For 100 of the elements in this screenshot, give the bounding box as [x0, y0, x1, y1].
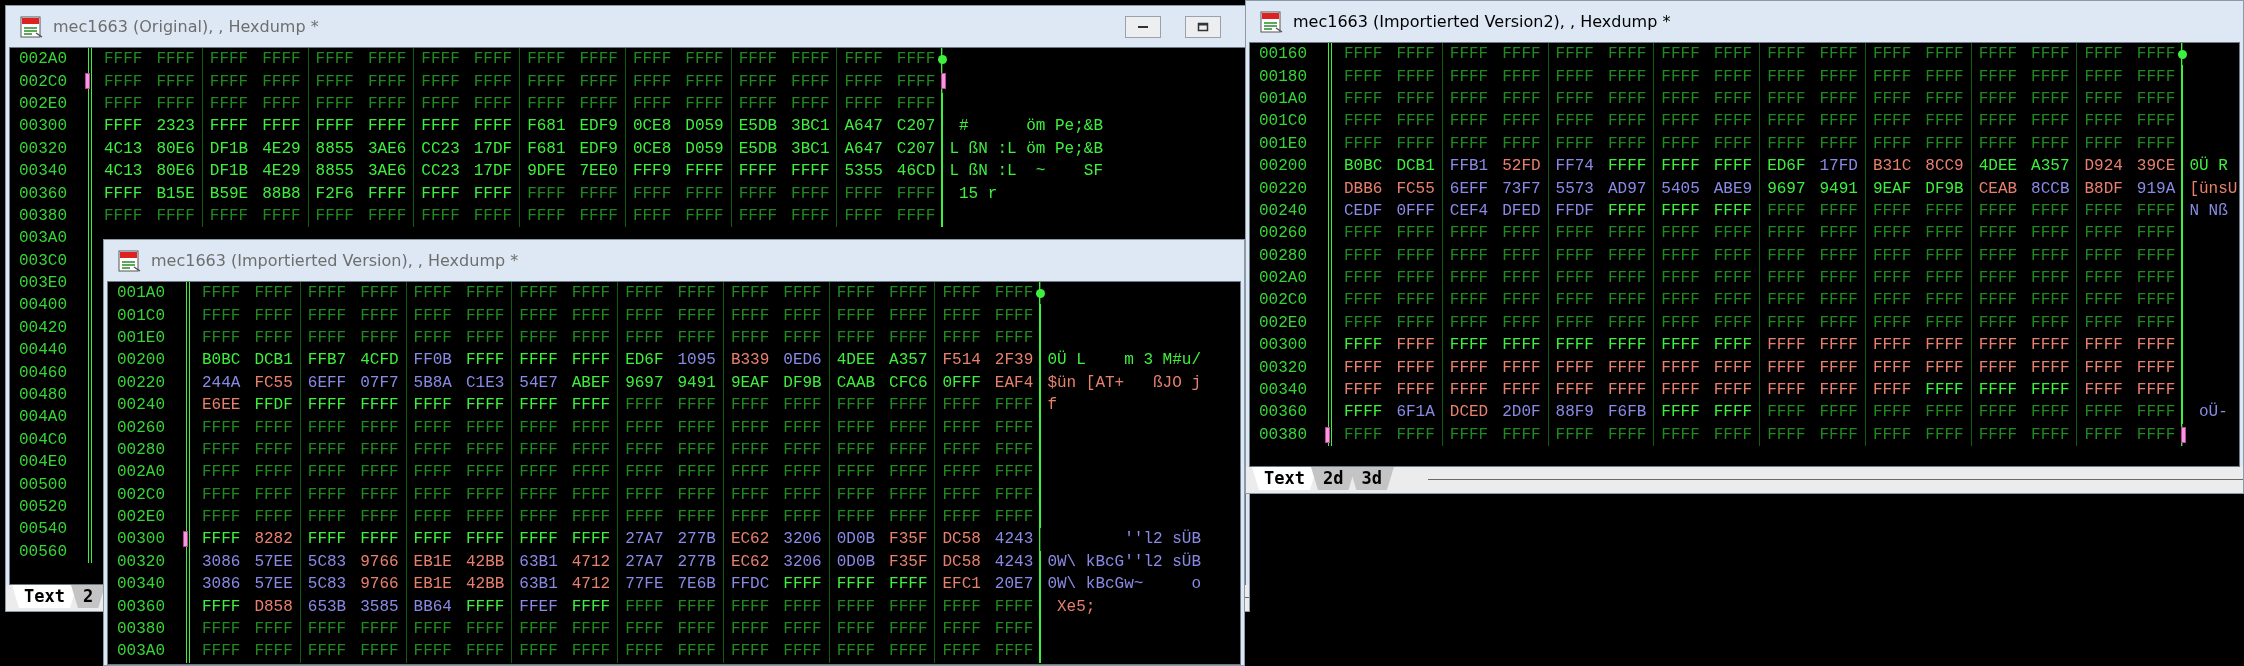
maximize-button[interactable]: [1185, 15, 1221, 38]
hex-word: FFFF: [2136, 381, 2176, 400]
minimize-button[interactable]: [1125, 15, 1161, 38]
hex-word: 919A: [2136, 179, 2176, 198]
hex-word: FFFF: [519, 351, 558, 370]
address-label: 00300: [18, 117, 68, 136]
hex-word: ABEF: [571, 373, 611, 392]
hex-word: FFFF: [527, 206, 566, 225]
hex-word: FFFF: [1713, 336, 1753, 355]
hex-word: 5C83: [307, 552, 347, 571]
hex-word: FFFF: [1661, 89, 1700, 108]
hex-word: FFFF: [1449, 89, 1489, 108]
hex-word: FFFF: [307, 328, 347, 347]
hex-word: 4E29: [262, 162, 301, 181]
hex-word: FFFF: [1713, 269, 1753, 288]
range-marker[interactable]: [2181, 426, 2187, 443]
hex-word: FFFF: [2084, 403, 2123, 422]
hex-word: FFFF: [254, 328, 293, 347]
range-marker[interactable]: [941, 73, 947, 90]
hex-word: FFFF: [1607, 381, 1647, 400]
hex-word: FFFF: [942, 508, 981, 527]
hex-word: FFFF: [1396, 381, 1435, 400]
hex-word: FFFF: [632, 50, 672, 69]
address-label: 00380: [18, 206, 68, 225]
hex-word: 3086: [202, 575, 241, 594]
range-marker[interactable]: [1325, 426, 1330, 443]
hex-word: FFFF: [685, 94, 724, 113]
hex-word: FFFF: [360, 328, 399, 347]
ascii-text: N Nß: [2189, 201, 2228, 220]
hex-word: FFFF: [519, 396, 558, 415]
hex-word: FFFF: [465, 642, 505, 661]
hex-word: 9697: [625, 373, 664, 392]
hex-word: FFFF: [1978, 313, 2018, 332]
hex-word: 8282: [254, 530, 293, 549]
hex-word: CC23: [421, 139, 460, 158]
hex-word: FFFF: [1925, 358, 1964, 377]
hex-word: FFFF: [1344, 358, 1383, 377]
address-label: 002C0: [116, 485, 166, 504]
hex-word: 4CFD: [360, 351, 399, 370]
hex-word: FFFF: [844, 72, 883, 91]
hex-word: E6EE: [202, 396, 241, 415]
hex-word: FFFF: [571, 351, 611, 370]
hex-word: FFFF: [889, 642, 928, 661]
hex-word: FFFF: [783, 306, 822, 325]
hex-word: D059: [685, 139, 724, 158]
hex-word: FFFF: [730, 508, 770, 527]
hex-word: 5573: [1555, 179, 1594, 198]
hex-word: FFFF: [254, 485, 293, 504]
hex-word: BB64: [413, 597, 452, 616]
hex-word: FFFF: [677, 284, 716, 303]
hex-word: FFFF: [836, 396, 876, 415]
hex-word: FFFF: [473, 184, 513, 203]
hex-word: ABE9: [1713, 179, 1753, 198]
hex-word: F514: [942, 351, 981, 370]
address-label: 00420: [18, 318, 68, 337]
hex-word: FFFF: [413, 328, 452, 347]
hex-word: FFFF: [994, 396, 1034, 415]
hex-word: 244A: [202, 373, 241, 392]
range-marker[interactable]: [85, 73, 90, 90]
hex-word: F681: [527, 139, 566, 158]
address-label: 003E0: [18, 274, 68, 293]
hex-word: FFFF: [738, 162, 778, 181]
hex-word: FFFF: [1819, 313, 1858, 332]
hex-word: FFFF: [896, 50, 936, 69]
hex-word: FFFF: [571, 508, 611, 527]
hex-word: FFFF: [844, 50, 883, 69]
hex-word: FFFF: [254, 463, 293, 482]
hex-word: FFFF: [1872, 269, 1912, 288]
address-label: 004E0: [18, 453, 68, 472]
hex-word: 20E7: [994, 575, 1034, 594]
hex-word: FFFF: [473, 50, 513, 69]
hex-word: FFFF: [942, 328, 981, 347]
hex-word: FFFF: [307, 620, 347, 639]
view-tab[interactable]: 3d: [1349, 467, 1394, 490]
hex-word: FFFF: [2031, 45, 2070, 64]
hex-word: 39CE: [2136, 157, 2176, 176]
hex-word: DC58: [942, 552, 981, 571]
hex-word: FFFF: [156, 94, 195, 113]
ascii-text: f: [1047, 396, 1057, 415]
hex-word: FFFF: [307, 418, 347, 437]
hex-word: FFFF: [1767, 201, 1806, 220]
hex-word: FFFF: [465, 508, 505, 527]
hex-word: FFFF: [1978, 45, 2018, 64]
hex-word: FFFF: [527, 94, 566, 113]
hex-word: FFFF: [571, 463, 611, 482]
hex-word: FFFF: [202, 440, 241, 459]
hex-word: FFFF: [1344, 291, 1383, 310]
hex-word: FFFF: [1607, 291, 1647, 310]
hex-word: FFFF: [2136, 45, 2176, 64]
hex-word: FFFF: [1502, 269, 1541, 288]
hex-word: FFFF: [1344, 89, 1383, 108]
address-label: 00340: [18, 162, 68, 181]
address-label: 00200: [116, 351, 166, 370]
address-label: 003C0: [18, 251, 68, 270]
hex-word: 7E6B: [677, 575, 716, 594]
hex-word: FFFF: [519, 463, 558, 482]
hex-word: 88F9: [1555, 403, 1594, 422]
range-marker[interactable]: [183, 531, 188, 548]
hex-word: FFFF: [994, 485, 1034, 504]
hex-word: FFFF: [1978, 246, 2018, 265]
